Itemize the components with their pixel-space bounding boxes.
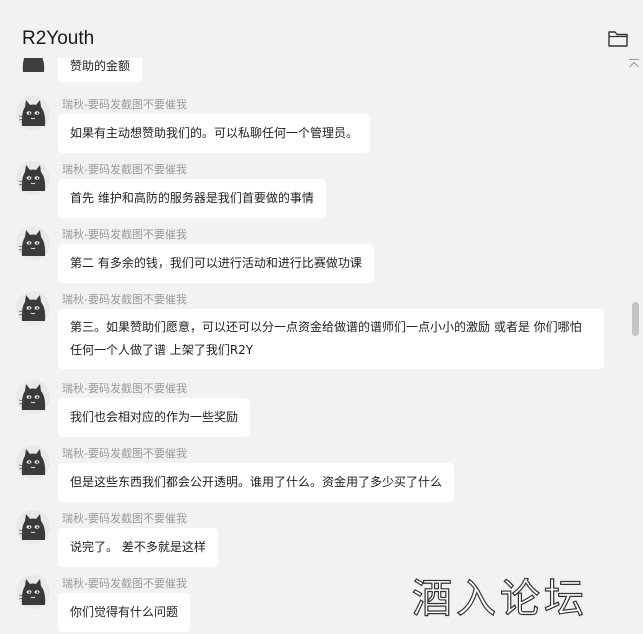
cat-avatar-icon[interactable]	[16, 575, 50, 609]
message-bubble: 如果有主动想赞助我们的。可以私聊任何一个管理员。	[58, 114, 371, 153]
message-list[interactable]: 赞助的金额 瑞秋-要码发截图不要催我 如果有主动想赞助我们的。可以私聊任何一个管…	[0, 58, 643, 634]
message-bubble: 第三。如果赞助们愿意，可以还可以分一点资金给做谱的谱师们一点小小的激励 或者是 …	[58, 309, 604, 369]
chat-header: R2Youth	[0, 0, 643, 58]
sender-name: 瑞秋-要码发截图不要催我	[62, 577, 187, 590]
message-bubble: 我们也会相对应的作为一些奖励	[58, 398, 251, 437]
chevron-up-icon[interactable]	[627, 58, 641, 70]
cat-avatar-icon[interactable]	[16, 291, 50, 325]
message-bubble: 首先 维护和高防的服务器是我们首要做的事情	[58, 179, 326, 218]
watermark-text: 酒入论坛	[411, 575, 588, 622]
sender-name: 瑞秋-要码发截图不要催我	[62, 163, 187, 176]
sender-name: 瑞秋-要码发截图不要催我	[62, 382, 187, 395]
message-bubble: 你们觉得有什么问题	[58, 593, 191, 632]
sender-name: 瑞秋-要码发截图不要催我	[62, 447, 187, 460]
chat-window: R2Youth 赞助的金额 瑞秋-要码发截图不要催我 如果有主动想赞助我们的。可…	[0, 0, 643, 634]
message-bubble: 说完了。 差不多就是这样	[58, 528, 218, 567]
chat-title: R2Youth	[22, 28, 95, 49]
cat-avatar-icon[interactable]	[16, 226, 50, 260]
message-bubble: 第二 有多余的钱，我们可以进行活动和进行比赛做功课	[58, 244, 374, 283]
sender-name: 瑞秋-要码发截图不要催我	[62, 293, 187, 306]
sender-name: 瑞秋-要码发截图不要催我	[62, 512, 187, 525]
message-bubble: 赞助的金额	[58, 58, 143, 82]
folder-icon[interactable]	[607, 29, 629, 49]
cat-avatar-icon[interactable]	[16, 96, 50, 130]
scrollbar-track[interactable]	[630, 70, 643, 634]
sender-name: 瑞秋-要码发截图不要催我	[62, 228, 187, 241]
cat-avatar-icon[interactable]	[16, 510, 50, 544]
cat-avatar-icon[interactable]	[16, 161, 50, 195]
sender-name: 瑞秋-要码发截图不要催我	[62, 98, 187, 111]
cat-avatar-icon[interactable]	[16, 445, 50, 479]
cat-avatar-icon[interactable]	[16, 380, 50, 414]
message-bubble: 但是这些东西我们都会公开透明。谁用了什么。资金用了多少买了什么	[58, 463, 455, 502]
cat-avatar-icon[interactable]	[16, 58, 50, 80]
scrollbar-thumb[interactable]	[632, 302, 639, 336]
